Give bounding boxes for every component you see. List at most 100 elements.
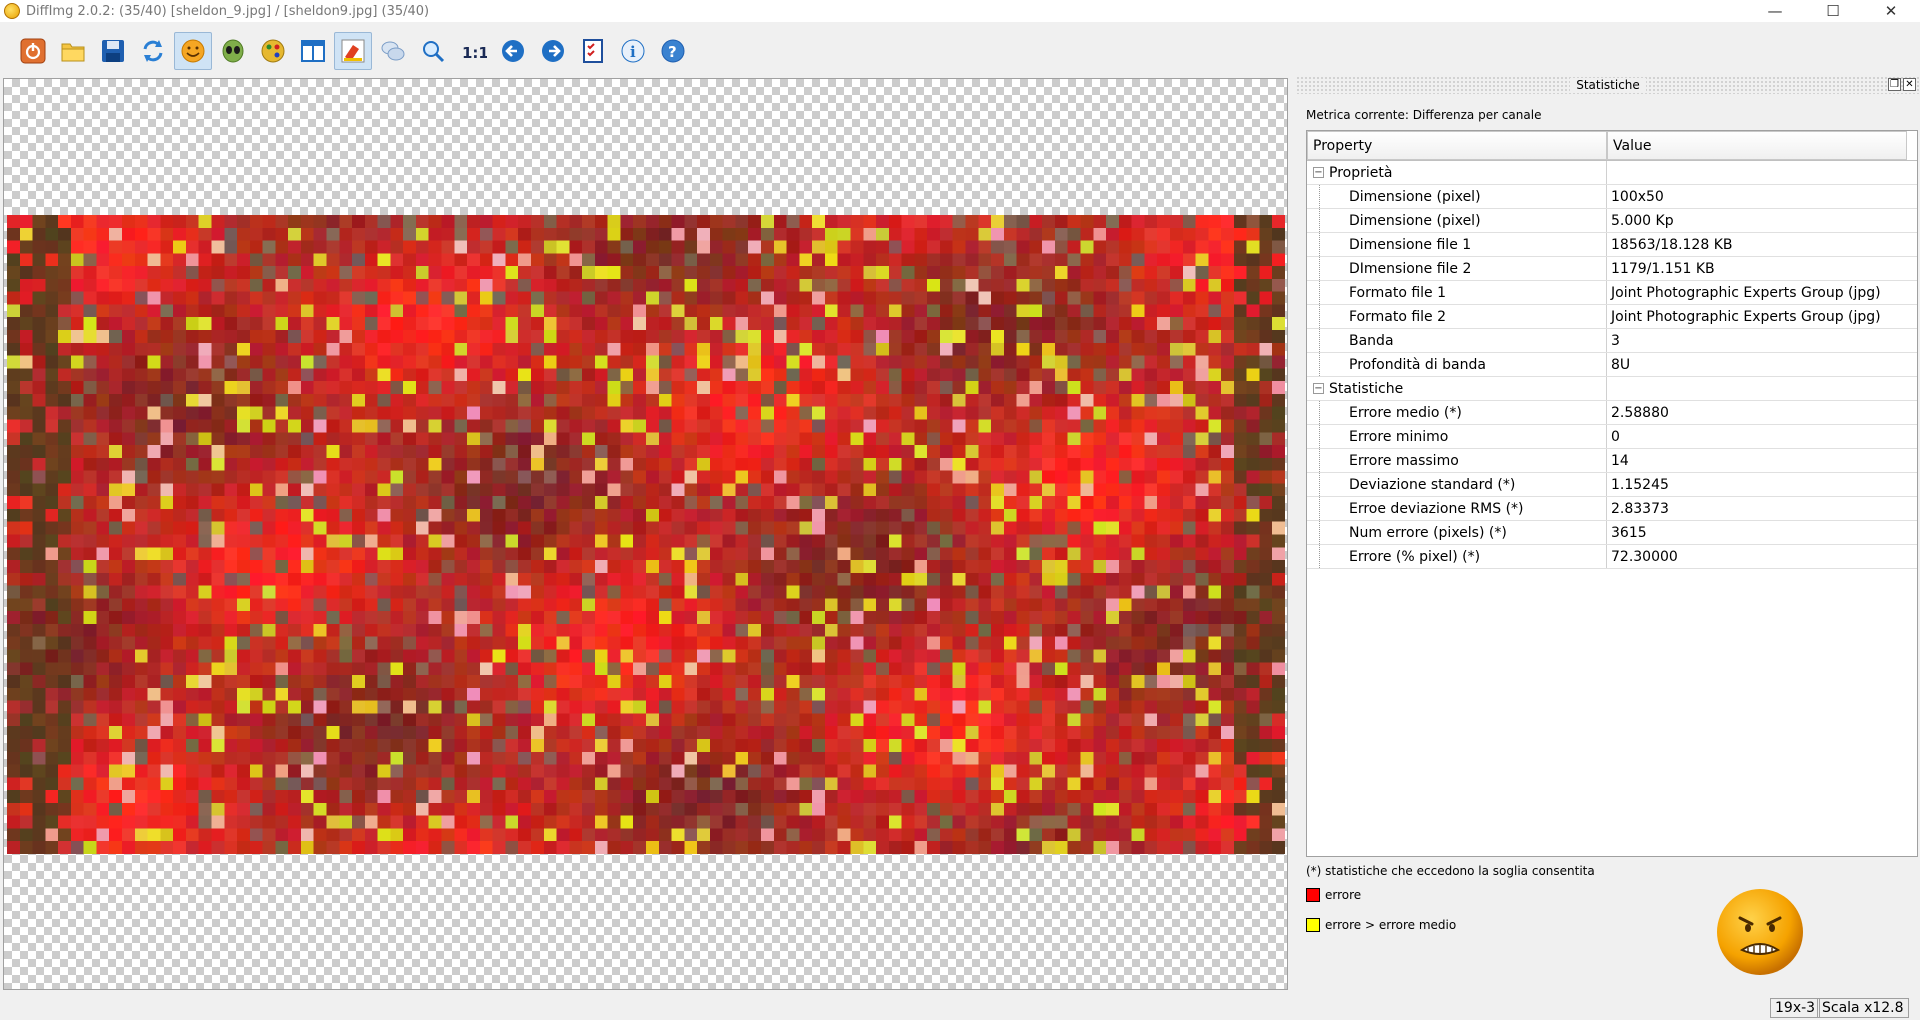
highlight-icon bbox=[341, 39, 365, 63]
folder-open-icon bbox=[61, 43, 85, 62]
column-header-property[interactable]: Property bbox=[1307, 131, 1607, 160]
property-value: 5.000 Kp bbox=[1611, 212, 1674, 229]
group-row-properties[interactable]: − Proprietà bbox=[1307, 161, 1917, 185]
table-row[interactable]: Dimensione (pixel) 100x50 bbox=[1307, 185, 1917, 209]
property-value: 2.83373 bbox=[1611, 500, 1669, 517]
property-value: 3 bbox=[1611, 332, 1620, 349]
table-row[interactable]: DImensione file 2 1179/1.151 KB bbox=[1307, 257, 1917, 281]
alien-button[interactable] bbox=[214, 32, 252, 70]
close-button[interactable]: ✕ bbox=[1862, 0, 1920, 22]
table-row[interactable]: Errore medio (*) 2.58880 bbox=[1307, 401, 1917, 425]
table-row[interactable]: Num errore (pixels) (*) 3615 bbox=[1307, 521, 1917, 545]
property-value: 14 bbox=[1611, 452, 1629, 469]
smiley-button[interactable] bbox=[174, 32, 212, 70]
legend-label: errore > errore medio bbox=[1325, 918, 1457, 932]
chat-icon bbox=[381, 41, 405, 61]
maximize-button[interactable]: ☐ bbox=[1804, 0, 1862, 22]
table-row[interactable]: Dimensione (pixel) 5.000 Kp bbox=[1307, 209, 1917, 233]
quit-button[interactable] bbox=[14, 32, 52, 70]
panel-title: Statistiche bbox=[1570, 78, 1646, 92]
property-value: 1.15245 bbox=[1611, 476, 1669, 493]
property-value: 8U bbox=[1611, 356, 1631, 373]
app-logo-icon bbox=[4, 3, 20, 19]
property-value: 1179/1.151 KB bbox=[1611, 260, 1715, 277]
collapse-icon[interactable]: − bbox=[1313, 167, 1324, 178]
property-label: Errore massimo bbox=[1349, 452, 1459, 469]
collapse-icon[interactable]: − bbox=[1313, 383, 1324, 394]
chat-button[interactable] bbox=[374, 32, 412, 70]
property-label: DImensione file 2 bbox=[1349, 260, 1472, 277]
minimize-button[interactable]: — bbox=[1746, 0, 1804, 22]
legend-label: errore bbox=[1325, 888, 1362, 902]
arrow-left-icon bbox=[502, 40, 524, 62]
property-label: Dimensione (pixel) bbox=[1349, 212, 1481, 229]
zoom-fit-button[interactable] bbox=[414, 32, 452, 70]
open-button[interactable] bbox=[54, 32, 92, 70]
help-icon: ? bbox=[661, 39, 685, 63]
zoom-fit-icon bbox=[423, 41, 445, 63]
next-button[interactable] bbox=[534, 32, 572, 70]
close-panel-button[interactable]: ✕ bbox=[1903, 78, 1916, 91]
table-row[interactable]: Errore minimo 0 bbox=[1307, 425, 1917, 449]
table-row[interactable]: Formato file 1 Joint Photographic Experts… bbox=[1307, 281, 1917, 305]
window-title: DiffImg 2.0.2: (35/40) [sheldon_9.jpg] /… bbox=[26, 3, 430, 19]
info-button[interactable]: i bbox=[614, 32, 652, 70]
property-value: 3615 bbox=[1611, 524, 1647, 541]
panel-header: Statistiche ❐ ✕ bbox=[1296, 76, 1920, 94]
table-row[interactable]: Errore massimo 14 bbox=[1307, 449, 1917, 473]
checklist-icon bbox=[583, 39, 603, 63]
zoom-1-1-button[interactable]: 1:1 bbox=[454, 32, 492, 70]
checklist-button[interactable] bbox=[574, 32, 612, 70]
property-label: Profondità di banda bbox=[1349, 356, 1486, 373]
table-row[interactable]: Deviazione standard (*) 1.15245 bbox=[1307, 473, 1917, 497]
svg-text:1:1: 1:1 bbox=[462, 44, 487, 62]
toolbar: 1:1 i ? bbox=[0, 30, 1920, 72]
property-label: Deviazione standard (*) bbox=[1349, 476, 1516, 493]
property-label: Erroe deviazione RMS (*) bbox=[1349, 500, 1524, 517]
property-value: Joint Photographic Experts Group (jpg) bbox=[1611, 284, 1881, 301]
column-header-value[interactable]: Value bbox=[1607, 131, 1907, 160]
palette-button[interactable] bbox=[254, 32, 292, 70]
property-label: Dimensione file 1 bbox=[1349, 236, 1472, 253]
image-viewer[interactable] bbox=[3, 78, 1288, 990]
palette-icon bbox=[261, 39, 285, 63]
info-icon: i bbox=[621, 39, 645, 63]
group-row-statistics[interactable]: − Statistiche bbox=[1307, 377, 1917, 401]
property-value: 72.30000 bbox=[1611, 548, 1678, 565]
previous-button[interactable] bbox=[494, 32, 532, 70]
property-value: 2.58880 bbox=[1611, 404, 1669, 421]
undock-panel-button[interactable]: ❐ bbox=[1888, 78, 1901, 91]
table-row[interactable]: Banda 3 bbox=[1307, 329, 1917, 353]
zoom-scale: Scala x12.8 bbox=[1817, 998, 1909, 1018]
power-icon bbox=[20, 38, 46, 64]
smiley-icon bbox=[181, 39, 205, 63]
property-label: Formato file 2 bbox=[1349, 308, 1447, 325]
threshold-footnote: (*) statistiche che eccedono la soglia c… bbox=[1306, 864, 1595, 878]
split-view-icon bbox=[301, 40, 325, 62]
zoom-1-1-icon: 1:1 bbox=[462, 44, 487, 62]
error-above-mean-swatch bbox=[1306, 918, 1320, 932]
table-row[interactable]: Erroe deviazione RMS (*) 2.83373 bbox=[1307, 497, 1917, 521]
property-label: Errore medio (*) bbox=[1349, 404, 1462, 421]
group-label: Proprietà bbox=[1329, 164, 1393, 181]
save-icon bbox=[102, 40, 124, 62]
property-value: 0 bbox=[1611, 428, 1620, 445]
legend-error-above-mean: errore > errore medio bbox=[1306, 918, 1456, 932]
window-controls: — ☐ ✕ bbox=[1746, 0, 1920, 22]
highlight-button[interactable] bbox=[334, 32, 372, 70]
current-metric-label: Metrica corrente: Differenza per canale bbox=[1306, 108, 1542, 122]
difference-image[interactable] bbox=[7, 215, 1285, 854]
property-value: 100x50 bbox=[1611, 188, 1664, 205]
table-row[interactable]: Dimensione file 1 18563/18.128 KB bbox=[1307, 233, 1917, 257]
alien-icon bbox=[222, 39, 244, 63]
status-bar: 19x-3 Scala x12.8 bbox=[0, 996, 1920, 1020]
property-table[interactable]: Property Value − Proprietà Dimensione (pi… bbox=[1306, 130, 1918, 857]
split-view-button[interactable] bbox=[294, 32, 332, 70]
table-row[interactable]: Errore (% pixel) (*) 72.30000 bbox=[1307, 545, 1917, 569]
property-value: Joint Photographic Experts Group (jpg) bbox=[1611, 308, 1881, 325]
table-row[interactable]: Profondità di banda 8U bbox=[1307, 353, 1917, 377]
table-row[interactable]: Formato file 2 Joint Photographic Experts… bbox=[1307, 305, 1917, 329]
save-button[interactable] bbox=[94, 32, 132, 70]
refresh-button[interactable] bbox=[134, 32, 172, 70]
help-button[interactable]: ? bbox=[654, 32, 692, 70]
